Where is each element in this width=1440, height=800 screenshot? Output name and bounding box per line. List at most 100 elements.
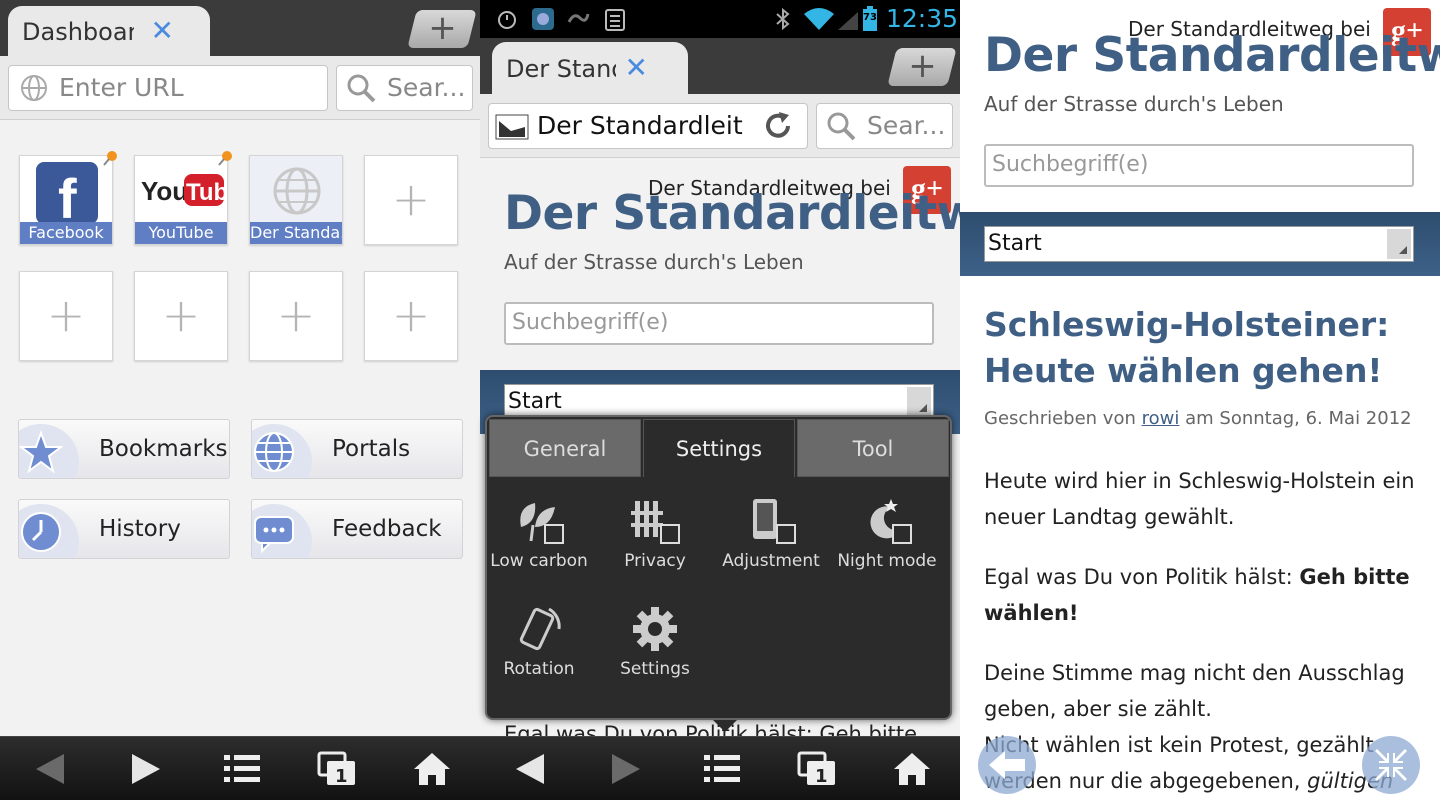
home-icon[interactable]: [412, 751, 452, 787]
bluetooth-icon: [776, 7, 790, 31]
nav-band: Start: [960, 212, 1440, 276]
post-title[interactable]: Schleswig-Holsteiner: Heute wählen gehen…: [984, 302, 1389, 394]
night-mode-icon: [870, 499, 912, 544]
svg-text:Tube: Tube: [186, 179, 225, 206]
menu-item-privacy[interactable]: Privacy: [597, 497, 713, 571]
tab-der-standardleitweg[interactable]: Der Standa ✕: [492, 42, 688, 94]
blog-title[interactable]: Der Standardleitweg: [504, 186, 960, 241]
close-tab-icon[interactable]: ✕: [151, 6, 174, 56]
tabs-icon[interactable]: 1: [317, 751, 357, 787]
pin-icon: [218, 151, 232, 166]
menu-item-adjustment[interactable]: Adjustment: [713, 497, 829, 571]
leaf-icon: [520, 503, 564, 544]
search-placeholder: Sear...: [387, 73, 466, 102]
new-tab-button[interactable]: +: [407, 8, 477, 48]
wifi-icon: [804, 8, 834, 30]
back-float-button[interactable]: [978, 736, 1036, 794]
search-icon: [827, 112, 856, 141]
globe-icon: [254, 432, 294, 472]
svg-text:f: f: [58, 167, 77, 224]
menu-icon[interactable]: [702, 751, 742, 787]
alarm-icon: [498, 11, 516, 29]
clipboard-icon: [605, 9, 625, 31]
add-dial-button[interactable]: +: [249, 271, 343, 361]
forward-icon[interactable]: [606, 751, 646, 787]
tab-dashboard[interactable]: Dashboard ✕: [8, 6, 210, 56]
tab-settings[interactable]: Settings: [643, 419, 795, 477]
menu-icon[interactable]: [222, 751, 262, 787]
svg-text:1: 1: [335, 766, 348, 787]
reload-icon[interactable]: [763, 111, 793, 141]
dial-label: Facebook: [20, 222, 112, 244]
history-button[interactable]: History: [18, 499, 230, 559]
address-bar: Der Standardleitw Sear...: [480, 94, 960, 158]
menu-item-rotation[interactable]: Rotation: [481, 605, 597, 679]
menu-item-settings[interactable]: Settings: [597, 605, 713, 679]
add-dial-button[interactable]: +: [134, 271, 228, 361]
tabs-icon[interactable]: 1: [797, 751, 837, 787]
history-label: History: [99, 516, 181, 542]
menu-item-low-carbon[interactable]: Low carbon: [481, 497, 597, 571]
feedback-button[interactable]: Feedback: [251, 499, 463, 559]
home-icon[interactable]: [892, 751, 932, 787]
add-dial-button[interactable]: +: [19, 271, 113, 361]
meta-prefix: Geschrieben von: [984, 408, 1136, 429]
address-bar: Enter URL Sear...: [0, 56, 480, 120]
blog-title[interactable]: Der Standardleitweg: [984, 28, 1440, 83]
author-link[interactable]: rowi: [1142, 408, 1180, 429]
bookmarks-label: Bookmarks: [99, 436, 228, 462]
dial-label: Der Standa..: [250, 222, 342, 244]
blog-search-field[interactable]: Suchbegriff(e): [504, 302, 934, 345]
tab-strip: Der Standa ✕ +: [480, 38, 960, 94]
menu-item-night-mode[interactable]: Night mode: [829, 497, 945, 571]
speech-bubble-icon: [254, 516, 294, 554]
dial-label: YouTube: [135, 222, 227, 244]
nav-select[interactable]: Start: [984, 226, 1414, 262]
menu-item-label: Rotation: [503, 659, 575, 679]
new-tab-button[interactable]: +: [887, 46, 957, 86]
back-icon[interactable]: [510, 751, 550, 787]
menu-item-label: Privacy: [624, 551, 686, 571]
youtube-icon: YouTube: [141, 174, 225, 206]
add-dial-button[interactable]: +: [364, 271, 458, 361]
signal-icon: [838, 12, 858, 30]
plus-icon: +: [427, 8, 457, 48]
tab-title: Dashboard: [22, 18, 134, 46]
globe-icon: [21, 75, 47, 101]
bottom-toolbar: 1: [0, 736, 480, 800]
url-input[interactable]: Der Standardleitw: [488, 103, 808, 149]
tab-strip: Dashboard ✕ +: [0, 0, 480, 56]
meta-date: am Sonntag, 6. Mai 2012: [1185, 408, 1412, 429]
exit-fullscreen-button[interactable]: [1362, 736, 1420, 794]
portals-label: Portals: [332, 436, 411, 462]
post-meta: Geschrieben von rowi am Sonntag, 6. Mai …: [984, 408, 1412, 429]
url-value: Der Standardleitw: [537, 111, 743, 140]
settings-menu-popup: General Settings Tool Low carbon Privacy…: [485, 415, 952, 732]
forward-icon[interactable]: [126, 751, 166, 787]
url-input[interactable]: Enter URL: [8, 65, 328, 111]
portals-button[interactable]: Portals: [251, 419, 463, 479]
back-icon[interactable]: [30, 751, 70, 787]
status-time: 12:35: [886, 4, 959, 33]
rotation-icon: [519, 607, 561, 651]
blog-search-field[interactable]: Suchbegriff(e): [984, 144, 1414, 187]
search-input[interactable]: Sear...: [336, 65, 473, 111]
close-tab-icon[interactable]: ✕: [625, 42, 648, 94]
add-dial-button[interactable]: +: [364, 155, 458, 245]
app-notification-icon: [532, 8, 554, 30]
search-icon: [347, 74, 376, 103]
popup-pointer: [713, 720, 737, 732]
paragraph-2: Egal was Du von Politik hälst: Geh bitte…: [984, 559, 1424, 631]
bookmarks-button[interactable]: Bookmarks: [18, 419, 230, 479]
speed-dial-facebook[interactable]: f Facebook: [19, 151, 117, 245]
menu-item-label: Night mode: [837, 551, 937, 571]
select-value: Start: [508, 389, 562, 414]
speed-dial-der-standardleitweg[interactable]: Der Standa..: [249, 155, 343, 245]
tab-tool[interactable]: Tool: [797, 419, 949, 477]
search-input[interactable]: Sear...: [816, 103, 953, 149]
svg-text:You: You: [141, 176, 188, 206]
paragraph-4: Nicht wählen ist kein Protest, gezählt w…: [984, 727, 1424, 799]
speed-dial-youtube[interactable]: YouTube YouTube: [134, 151, 232, 245]
tab-general[interactable]: General: [489, 419, 641, 477]
arrow-left-icon: [989, 751, 1025, 779]
